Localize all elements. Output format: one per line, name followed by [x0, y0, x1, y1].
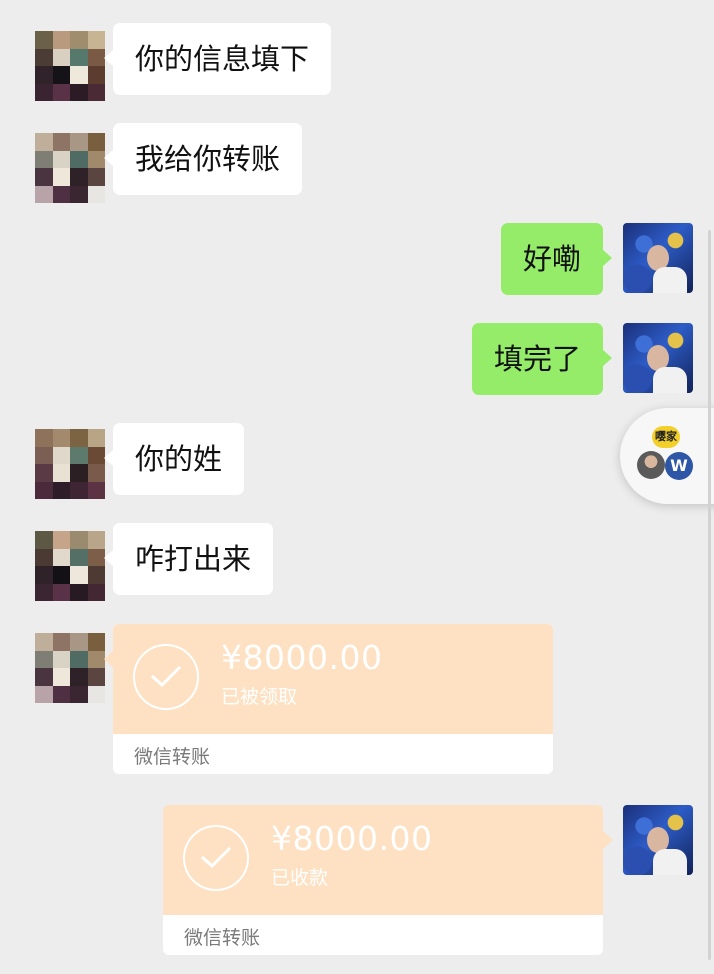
- transfer-amount: ¥8000.00: [221, 638, 383, 677]
- contact-avatar[interactable]: [35, 133, 105, 203]
- check-circle-icon: [133, 644, 199, 710]
- transfer-status: 已收款: [271, 867, 329, 889]
- transfer-card-received[interactable]: ¥8000.00 已被领取 微信转账: [113, 624, 553, 774]
- transfer-card-header: ¥8000.00 已收款: [163, 805, 603, 915]
- incoming-message-bubble[interactable]: 咋打出来: [103, 523, 274, 595]
- contact-avatar[interactable]: [35, 31, 105, 101]
- outgoing-message-bubble[interactable]: 好嘞: [501, 223, 613, 295]
- transfer-card-tail: [603, 831, 613, 849]
- contact-avatar[interactable]: [35, 531, 105, 601]
- scrollbar[interactable]: [708, 230, 711, 960]
- my-avatar[interactable]: [623, 805, 693, 875]
- my-avatar[interactable]: [623, 223, 693, 293]
- outgoing-message-bubble[interactable]: 填完了: [472, 323, 613, 395]
- app-badge-icon: 嘤家: [652, 426, 680, 448]
- check-circle-icon: [183, 825, 249, 891]
- chat-window: 你的信息填下 我给你转账 好嘞 填完了 你的姓 咋打出来 ¥8000.00 已被…: [0, 0, 714, 974]
- contact-avatar[interactable]: [35, 633, 105, 703]
- transfer-amount: ¥8000.00: [271, 819, 433, 858]
- person-avatar-icon: [637, 451, 665, 479]
- w-badge-icon: W: [665, 452, 693, 480]
- floating-window-widget[interactable]: 嘤家 W: [620, 408, 714, 504]
- my-avatar[interactable]: [623, 323, 693, 393]
- incoming-message-bubble[interactable]: 你的信息填下: [103, 23, 332, 95]
- incoming-message-bubble[interactable]: 你的姓: [103, 423, 245, 495]
- transfer-footer-label: 微信转账: [184, 927, 261, 949]
- transfer-card-header: ¥8000.00 已被领取: [113, 624, 553, 734]
- transfer-card-accepted[interactable]: ¥8000.00 已收款 微信转账: [163, 805, 603, 955]
- contact-avatar[interactable]: [35, 429, 105, 499]
- transfer-footer-label: 微信转账: [134, 746, 211, 768]
- transfer-status: 已被领取: [221, 686, 298, 708]
- incoming-message-bubble[interactable]: 我给你转账: [103, 123, 303, 195]
